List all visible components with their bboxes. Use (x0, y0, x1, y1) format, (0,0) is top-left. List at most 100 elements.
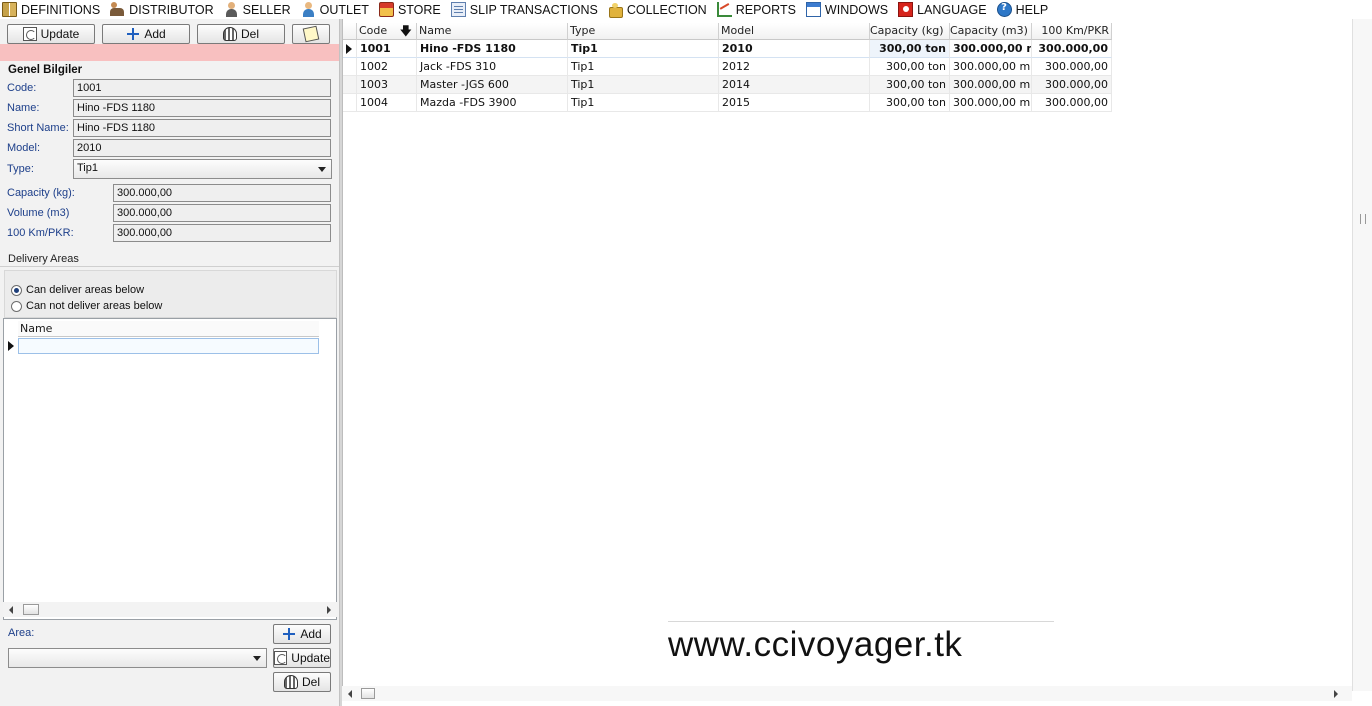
watermark-divider (668, 621, 1054, 622)
column-header-capacity-kg[interactable]: Capacity (kg) (870, 23, 950, 40)
table-row[interactable]: 1004 Mazda -FDS 3900 Tip1 2015 300,00 to… (343, 94, 1112, 112)
area-delete-label: Del (301, 675, 320, 689)
notes-button[interactable] (292, 24, 330, 44)
cell-km-pkr[interactable]: 300.000,00 (1032, 40, 1112, 58)
model-field[interactable]: 2010 (73, 139, 331, 157)
note-icon (302, 25, 320, 43)
cell-capacity-kg[interactable]: 300,00 ton (870, 58, 950, 76)
column-header-code[interactable]: Code 🡇 (357, 23, 417, 40)
menu-label: COLLECTION (626, 2, 707, 17)
menu-help[interactable]: HELP (996, 0, 1048, 19)
volume-field[interactable]: 300.000,00 (113, 204, 331, 222)
cell-type[interactable]: Tip1 (568, 76, 719, 94)
cell-model[interactable]: 2012 (719, 58, 870, 76)
cell-type[interactable]: Tip1 (568, 94, 719, 112)
slip-icon (450, 2, 466, 17)
column-header-capacity-m3[interactable]: Capacity (m3) (950, 23, 1032, 40)
column-header-km-pkr[interactable]: 100 Km/PKR (1032, 23, 1112, 40)
cell-name[interactable]: Mazda -FDS 3900 (417, 94, 568, 112)
cell-model[interactable]: 2015 (719, 94, 870, 112)
area-delete-button[interactable]: Del (273, 672, 331, 692)
type-select[interactable]: Tip1 (73, 159, 332, 179)
scroll-thumb[interactable] (23, 604, 39, 615)
menu-distributor[interactable]: DISTRIBUTOR (110, 0, 214, 19)
table-row[interactable]: 1002 Jack -FDS 310 Tip1 2012 300,00 ton … (343, 58, 1112, 76)
radio-cannot-deliver[interactable]: Can not deliver areas below (11, 300, 162, 312)
area-update-button[interactable]: Update (273, 648, 331, 668)
cell-type[interactable]: Tip1 (568, 58, 719, 76)
cell-km-pkr[interactable]: 300.000,00 (1032, 58, 1112, 76)
cell-code[interactable]: 1003 (357, 76, 417, 94)
cell-capacity-kg[interactable]: 300,00 ton (870, 76, 950, 94)
cell-km-pkr[interactable]: 300.000,00 (1032, 76, 1112, 94)
column-header-name[interactable]: Name (417, 23, 568, 40)
area-label: Area: (8, 627, 35, 639)
cell-capacity-m3[interactable]: 300.000,00 m3 (950, 76, 1032, 94)
area-add-label: Add (300, 627, 322, 641)
cell-name[interactable]: Jack -FDS 310 (417, 58, 568, 76)
delete-button[interactable]: Del (197, 24, 285, 44)
km-field[interactable]: 300.000,00 (113, 224, 331, 242)
area-add-button[interactable]: Add (273, 624, 331, 644)
column-header-model[interactable]: Model (719, 23, 870, 40)
menu-slip-transactions[interactable]: SLIP TRANSACTIONS (450, 0, 598, 19)
grid-vertical-scrollbar[interactable] (1352, 19, 1372, 691)
row-pointer-icon (346, 44, 352, 54)
short-name-field[interactable]: Hino -FDS 1180 (73, 119, 331, 137)
grid-horizontal-scrollbar[interactable] (342, 686, 1352, 701)
scroll-left-icon[interactable] (9, 606, 13, 614)
cell-capacity-m3[interactable]: 300.000,00 m3 (950, 58, 1032, 76)
scroll-right-icon[interactable] (1334, 690, 1338, 698)
cell-capacity-kg[interactable]: 300,00 ton (870, 40, 950, 58)
code-label: Code: (7, 82, 37, 94)
table-row[interactable]: 1003 Master -JGS 600 Tip1 2014 300,00 to… (343, 76, 1112, 94)
delivery-areas-title: Delivery Areas (8, 253, 79, 265)
scroll-thumb[interactable] (361, 688, 375, 699)
cell-code[interactable]: 1002 (357, 58, 417, 76)
cell-km-pkr[interactable]: 300.000,00 (1032, 94, 1112, 112)
code-field[interactable]: 1001 (73, 79, 331, 97)
menu-windows[interactable]: WINDOWS (805, 0, 888, 19)
status-strip (0, 44, 339, 61)
cell-name[interactable]: Master -JGS 600 (417, 76, 568, 94)
menu-language[interactable]: LANGUAGE (898, 0, 987, 19)
area-grid-new-row[interactable] (18, 338, 319, 354)
window-icon (805, 2, 821, 17)
update-button[interactable]: Update (7, 24, 95, 44)
menu-seller[interactable]: SELLER (224, 0, 291, 19)
scroll-left-icon[interactable] (348, 690, 352, 698)
capacity-field[interactable]: 300.000,00 (113, 184, 331, 202)
area-grid-horizontal-scrollbar[interactable] (3, 602, 337, 617)
radio-checked-icon (11, 284, 22, 296)
add-button[interactable]: Add (102, 24, 190, 44)
table-row[interactable]: 1001 Hino -FDS 1180 Tip1 2010 300,00 ton… (343, 40, 1112, 58)
cell-model[interactable]: 2014 (719, 76, 870, 94)
cell-model[interactable]: 2010 (719, 40, 870, 58)
volume-label: Volume (m3) (7, 207, 70, 219)
coins-icon (608, 2, 623, 18)
cell-name[interactable]: Hino -FDS 1180 (417, 40, 568, 58)
cell-code[interactable]: 1001 (357, 40, 417, 58)
cell-code[interactable]: 1004 (357, 94, 417, 112)
cell-capacity-m3[interactable]: 300.000,00 m3 (950, 94, 1032, 112)
person-icon (301, 2, 316, 17)
people-icon (110, 2, 125, 17)
menu-label: SELLER (242, 2, 291, 17)
area-select[interactable] (8, 648, 267, 668)
name-field[interactable]: Hino -FDS 1180 (73, 99, 331, 117)
km-label: 100 Km/PKR: (7, 227, 74, 239)
menu-definitions[interactable]: DEFINITIONS (2, 0, 100, 19)
menu-collection[interactable]: COLLECTION (608, 0, 707, 19)
cell-capacity-m3[interactable]: 300.000,00 m3 (950, 40, 1032, 58)
cell-capacity-kg[interactable]: 300,00 ton (870, 94, 950, 112)
column-header-type[interactable]: Type (568, 23, 719, 40)
radio-can-deliver[interactable]: Can deliver areas below (11, 284, 144, 296)
cell-type[interactable]: Tip1 (568, 40, 719, 58)
scroll-right-icon[interactable] (327, 606, 331, 614)
menu-reports[interactable]: REPORTS (716, 0, 796, 19)
menu-bar: DEFINITIONS DISTRIBUTOR SELLER OUTLET ST… (0, 0, 1372, 19)
menu-outlet[interactable]: OUTLET (301, 0, 369, 19)
type-label: Type: (7, 163, 34, 175)
area-grid-header-name[interactable]: Name (18, 321, 319, 337)
menu-store[interactable]: STORE (378, 0, 441, 19)
